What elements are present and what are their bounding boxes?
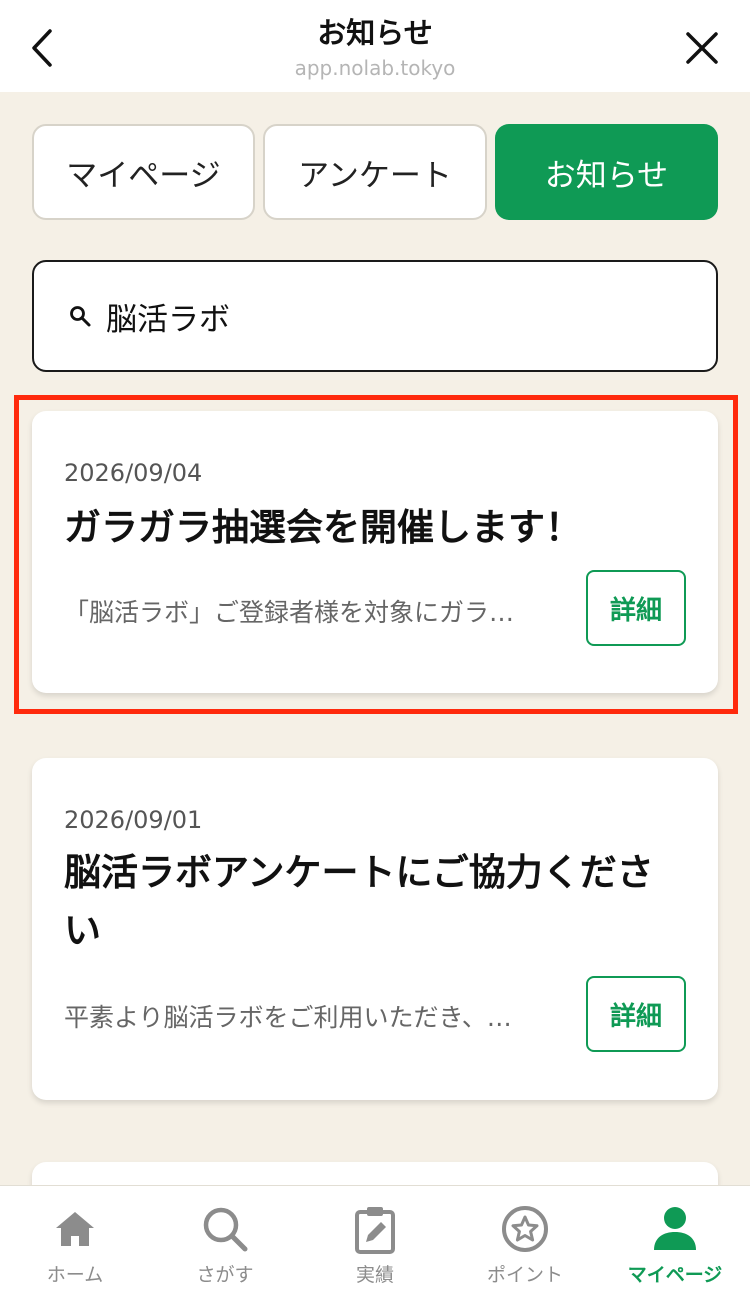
person-icon [654, 1207, 696, 1250]
search-icon [68, 303, 94, 329]
nav-home[interactable]: ホーム [0, 1186, 150, 1298]
back-button[interactable] [22, 26, 62, 70]
detail-button[interactable]: 詳細 [586, 976, 686, 1052]
home-icon [56, 1212, 94, 1246]
nav-search[interactable]: さがす [150, 1186, 300, 1298]
top-bar: お知らせ app.nolab.tokyo [0, 0, 750, 92]
title-block: お知らせ app.nolab.tokyo [150, 14, 600, 82]
tab-bar: マイページ アンケート お知らせ [32, 124, 718, 220]
nav-label: マイページ [627, 1264, 723, 1286]
nav-points[interactable]: ポイント [450, 1186, 600, 1298]
clipboard-edit-icon [355, 1207, 395, 1254]
search-input[interactable]: 脳活ラボ [32, 260, 718, 372]
notice-card[interactable]: 2026/09/01 脳活ラボアンケートにご協力ください 平素より脳活ラボをご利… [32, 758, 718, 1100]
nav-label: ポイント [486, 1264, 563, 1286]
search-value: 脳活ラボ [106, 301, 230, 338]
notice-date: 2026/09/01 [64, 806, 203, 834]
bottom-navigation: ホーム さがす 実績 ポイント マイページ [0, 1185, 750, 1298]
selection-highlight [14, 395, 738, 714]
search-icon [203, 1207, 248, 1252]
notice-excerpt: 平素より脳活ラボをご利用いただき、… [64, 1003, 512, 1032]
tab-mypage[interactable]: マイページ [32, 124, 255, 220]
nav-achievements[interactable]: 実績 [300, 1186, 450, 1298]
nav-label: さがす [196, 1264, 254, 1286]
notice-title: 脳活ラボアンケートにご協力ください [64, 851, 654, 952]
nav-label: ホーム [46, 1264, 104, 1286]
close-button[interactable] [682, 28, 722, 68]
tab-survey[interactable]: アンケート [263, 124, 487, 220]
nav-mypage[interactable]: マイページ [600, 1186, 750, 1298]
page-title: お知らせ [317, 16, 433, 50]
chevron-left-icon [32, 29, 52, 67]
close-icon [686, 32, 718, 64]
point-star-icon [502, 1206, 548, 1252]
nav-label: 実績 [355, 1264, 394, 1286]
tab-notices[interactable]: お知らせ [495, 124, 718, 220]
page-url: app.nolab.tokyo [294, 56, 456, 80]
